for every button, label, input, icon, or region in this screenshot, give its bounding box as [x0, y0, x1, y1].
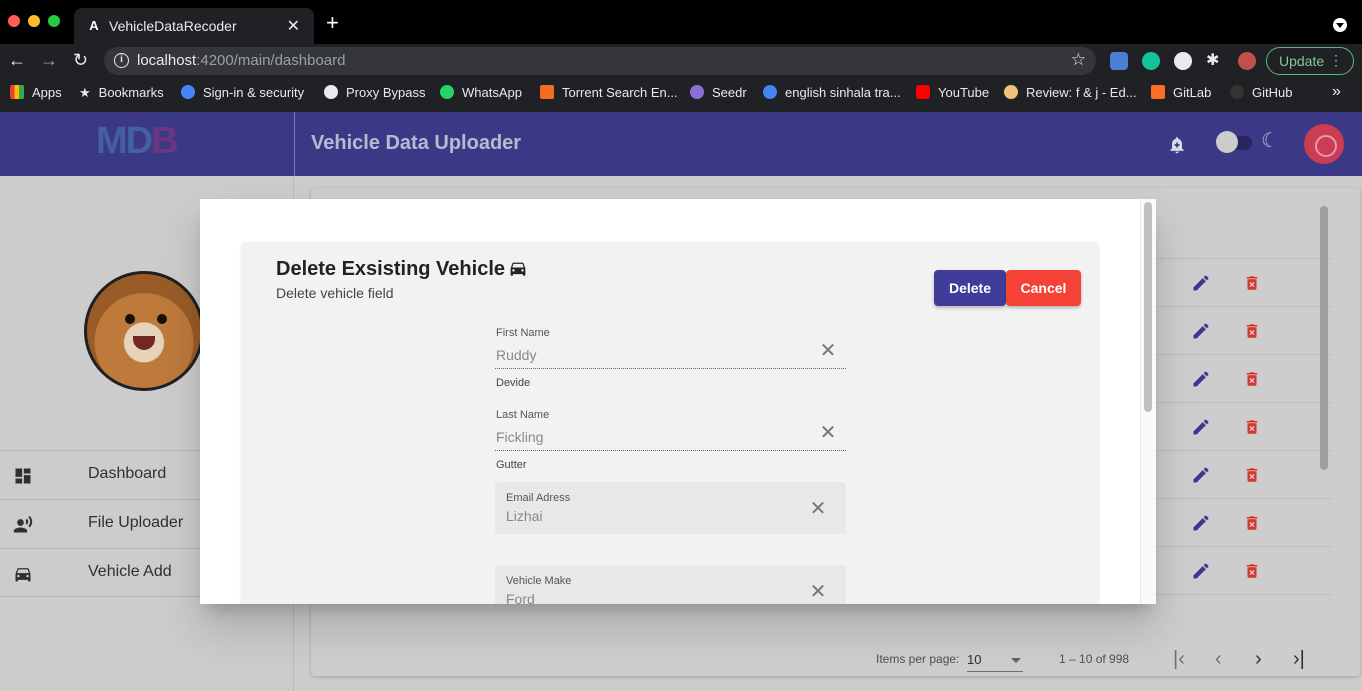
vehicle-make-input[interactable]: [506, 591, 806, 604]
bookmark-review[interactable]: Review: f & j - Ed...: [1004, 85, 1137, 100]
bookmark-sign-in[interactable]: Sign-in & security: [181, 85, 304, 100]
clear-icon[interactable]: ✕: [808, 582, 828, 602]
window-close-button[interactable]: [8, 15, 20, 27]
seedr-icon: [690, 85, 704, 99]
forward-arrow-icon[interactable]: →: [40, 50, 58, 70]
cancel-button[interactable]: Cancel: [1006, 270, 1081, 306]
bookmark-english-sinhala[interactable]: english sinhala tra...: [763, 85, 901, 100]
google-icon: [181, 85, 195, 99]
url-text: localhost:4200/main/dashboard: [137, 52, 346, 69]
bookmark-github[interactable]: GitHub: [1230, 85, 1292, 100]
car-icon: [510, 262, 526, 276]
more-vert-icon: ⋮: [1329, 52, 1343, 68]
bookmark-bookmarks[interactable]: ★ Bookmarks: [79, 85, 164, 101]
clear-icon[interactable]: ✕: [818, 341, 838, 361]
star-icon: ★: [79, 85, 91, 100]
window-minimize-button[interactable]: [28, 15, 40, 27]
bookmarks-bar: Apps ★ Bookmarks Sign-in & security Proxy…: [0, 78, 1362, 112]
bookmark-proxy[interactable]: Proxy Bypass: [324, 85, 425, 100]
puzzle-extensions-icon[interactable]: ✱: [1206, 52, 1224, 70]
field-label: Last Name: [496, 409, 550, 421]
clear-icon[interactable]: ✕: [808, 499, 828, 519]
field-underline: [495, 450, 846, 451]
dialog-subtitle: Delete vehicle field: [276, 285, 394, 301]
review-icon: [1004, 85, 1018, 99]
extension-icon[interactable]: [1174, 52, 1192, 70]
field-hint: Gutter: [496, 459, 527, 471]
grammarly-extension-icon[interactable]: [1142, 52, 1160, 70]
clear-icon[interactable]: ✕: [818, 423, 838, 443]
browser-tab[interactable]: A VehicleDataRecoder ✕: [74, 8, 314, 44]
update-button[interactable]: Update ⋮: [1266, 47, 1354, 75]
browser-tab-bar: A VehicleDataRecoder ✕ +: [0, 0, 1362, 44]
email-field: Email Adress ✕: [495, 482, 846, 534]
bookmark-apps[interactable]: Apps: [10, 85, 62, 100]
field-underline: [495, 368, 846, 369]
back-arrow-icon[interactable]: ←: [8, 50, 26, 70]
reload-icon[interactable]: ↻: [73, 50, 88, 70]
dialog-scrollbar-thumb[interactable]: [1144, 202, 1152, 412]
dialog-scrollbar[interactable]: [1140, 199, 1156, 604]
github-icon: [1230, 85, 1244, 99]
tab-search-icon[interactable]: [1333, 18, 1347, 32]
bookmark-star-icon[interactable]: ☆: [1071, 50, 1086, 70]
delete-vehicle-dialog: Delete Exsisting Vehicle Delete vehicle …: [200, 199, 1156, 604]
delete-button[interactable]: Delete: [934, 270, 1006, 306]
field-label: First Name: [496, 327, 550, 339]
new-tab-button[interactable]: +: [326, 12, 339, 34]
last-name-input[interactable]: [496, 429, 796, 445]
bookmark-whatsapp[interactable]: WhatsApp: [440, 85, 522, 100]
globe-icon: [324, 85, 338, 99]
tab-title: VehicleDataRecoder: [109, 18, 237, 34]
translate-extension-icon[interactable]: [1110, 52, 1128, 70]
angular-icon: A: [89, 18, 99, 33]
bookmark-seedr[interactable]: Seedr: [690, 85, 747, 100]
first-name-input[interactable]: [496, 347, 796, 363]
bookmarks-overflow-button[interactable]: »: [1332, 83, 1341, 101]
field-label: Vehicle Make: [506, 575, 572, 587]
bookmark-torrent[interactable]: Torrent Search En...: [540, 85, 678, 100]
youtube-icon: [916, 85, 930, 99]
apps-grid-icon: [10, 85, 24, 99]
dialog-card: Delete Exsisting Vehicle Delete vehicle …: [242, 242, 1098, 604]
address-bar[interactable]: i localhost:4200/main/dashboard ☆: [104, 47, 1096, 75]
window-zoom-button[interactable]: [48, 15, 60, 27]
bookmark-gitlab[interactable]: GitLab: [1151, 85, 1211, 100]
torrent-icon: [540, 85, 554, 99]
google-icon: [763, 85, 777, 99]
gitlab-icon: [1151, 85, 1165, 99]
field-hint: Devide: [496, 377, 531, 389]
profile-avatar-icon[interactable]: [1238, 52, 1256, 70]
field-label: Email Adress: [506, 492, 571, 504]
vehicle-make-field: Vehicle Make ✕: [495, 565, 846, 604]
whatsapp-icon: [440, 85, 454, 99]
email-input[interactable]: [506, 508, 806, 524]
dialog-title: Delete Exsisting Vehicle: [276, 258, 505, 280]
site-info-icon[interactable]: i: [114, 53, 129, 68]
bookmark-youtube[interactable]: YouTube: [916, 85, 989, 100]
tab-close-icon[interactable]: ✕: [287, 16, 300, 36]
browser-toolbar: ← → ↻ i localhost:4200/main/dashboard ☆ …: [0, 44, 1362, 78]
